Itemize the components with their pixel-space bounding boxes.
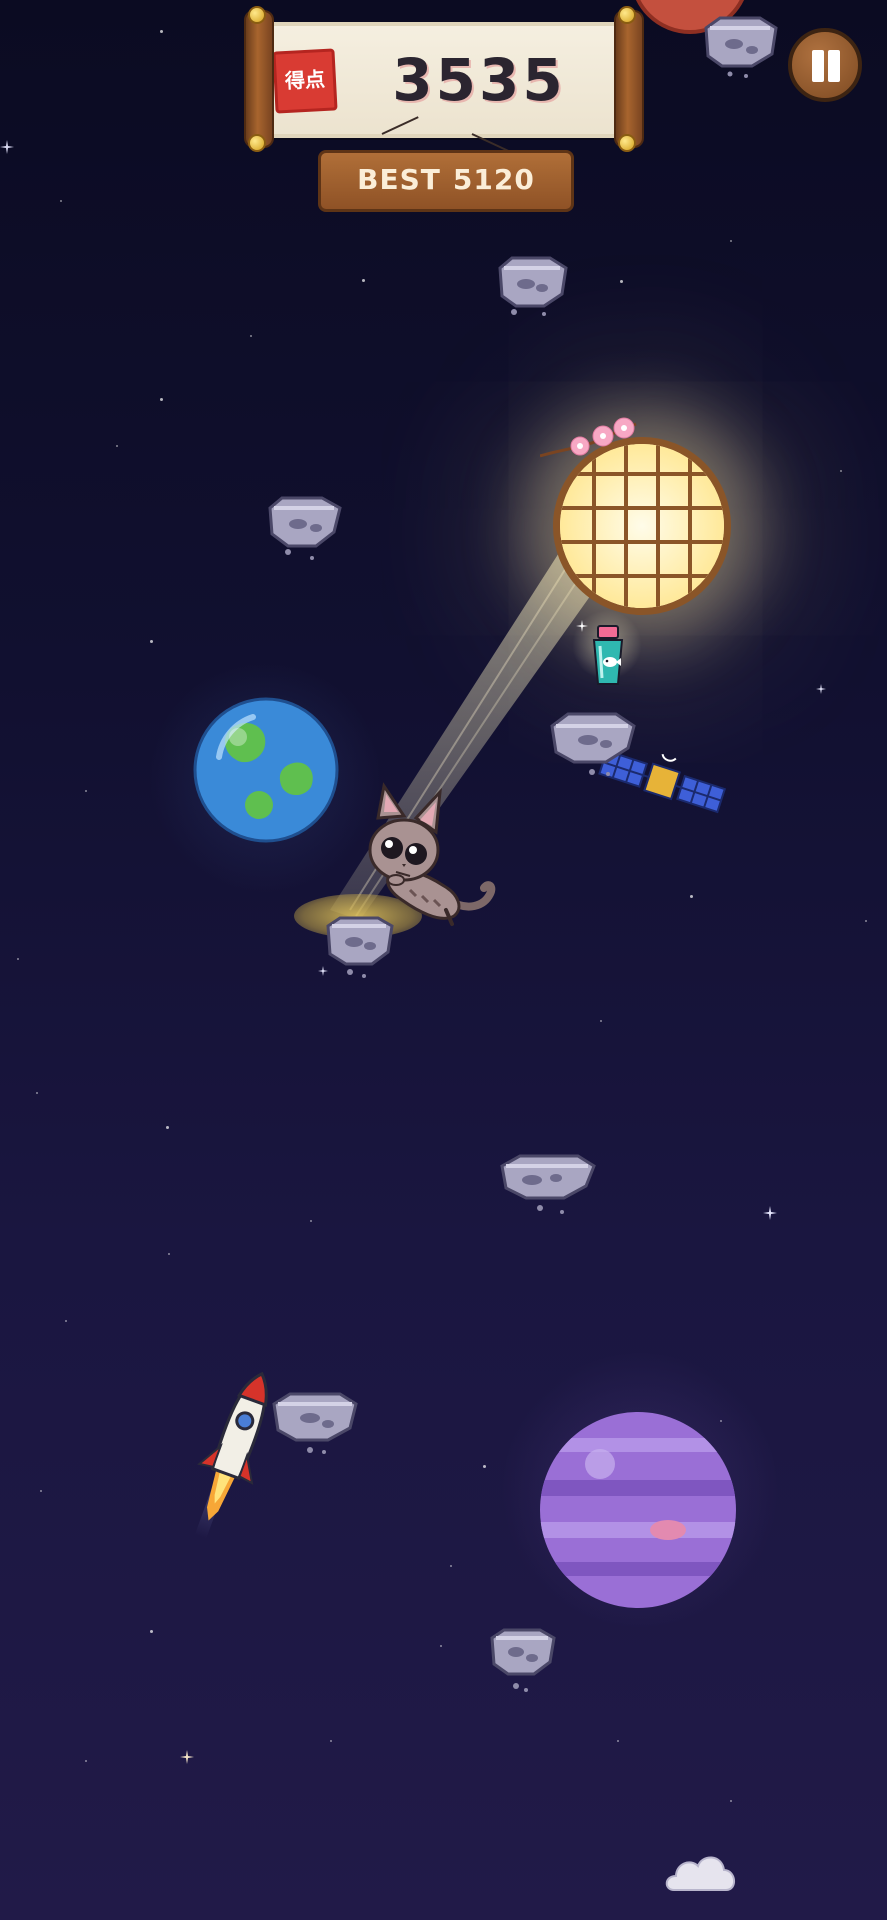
scroll-rod-right (614, 10, 644, 148)
rocket-icon (194, 1371, 268, 1539)
cat-icon (368, 782, 496, 926)
sparkle-icon (576, 620, 588, 632)
jupiter-planet (540, 1412, 736, 1608)
pause-icon (812, 50, 824, 82)
score-panel: 得点 3535 (256, 22, 622, 138)
scroll-rod-left (244, 10, 274, 148)
pause-button[interactable] (788, 28, 862, 102)
rod-cap (248, 6, 266, 24)
lantern-icon (553, 437, 731, 615)
score-stamp: 得点 (272, 48, 338, 114)
best-score-board: BEST 5120 (318, 150, 574, 212)
asteroid-platform (704, 16, 778, 78)
asteroid-platform (500, 1154, 596, 1214)
fish-can-icon[interactable] (586, 622, 630, 688)
cherry-blossom-icon (540, 417, 637, 458)
rod-cap (618, 6, 636, 24)
score-value: 3535 (392, 46, 566, 114)
starfield (0, 0, 887, 1920)
best-label: BEST (357, 163, 441, 196)
asteroid-platform (490, 1628, 556, 1692)
asteroid-platform (498, 256, 568, 316)
rod-cap (248, 134, 266, 152)
pause-icon (828, 50, 840, 82)
best-value: 5120 (452, 163, 535, 196)
asteroid-platform (272, 1392, 358, 1454)
asteroid-platform (550, 712, 636, 776)
asteroid-platform (268, 496, 342, 560)
rod-cap (618, 134, 636, 152)
cloud-icon (665, 1856, 735, 1891)
